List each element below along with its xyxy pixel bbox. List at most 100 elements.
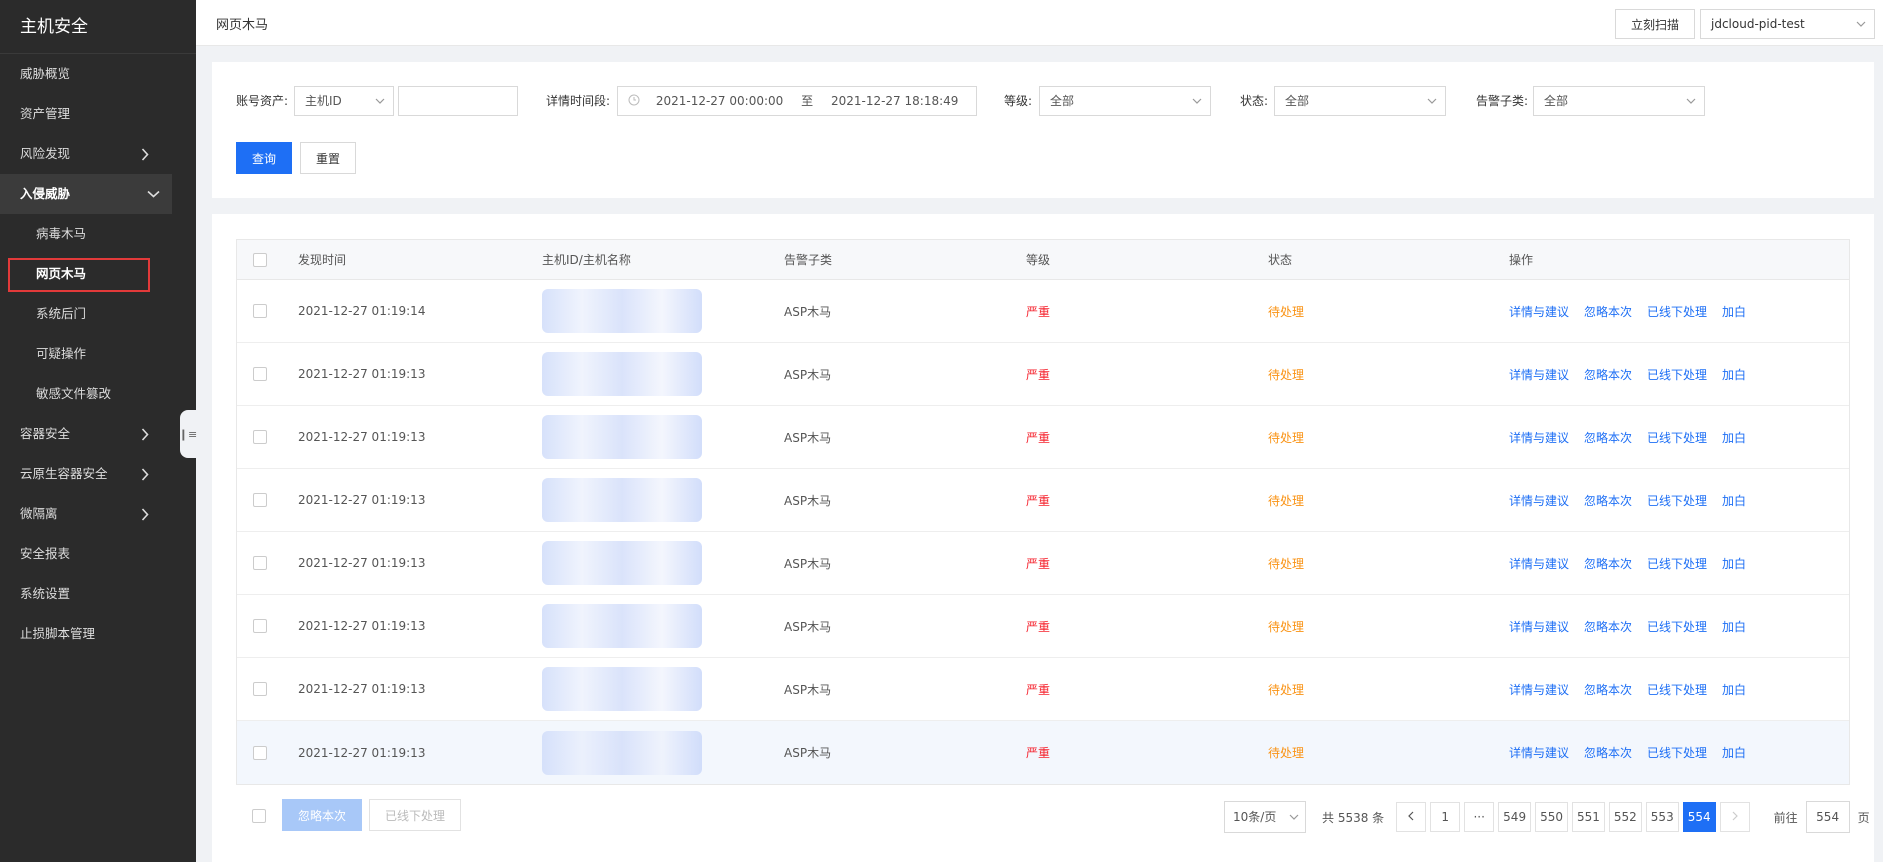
page-button[interactable]: 549 <box>1498 802 1532 832</box>
details-link[interactable]: 详情与建议 <box>1509 429 1569 446</box>
jump-page-input[interactable]: 554 <box>1805 801 1850 833</box>
page-button[interactable]: 1 <box>1430 802 1461 832</box>
cell-status: 待处理 <box>1268 721 1304 784</box>
sidebar-item-backdoor[interactable]: 系统后门 <box>0 294 196 334</box>
reset-button[interactable]: 重置 <box>300 142 356 174</box>
status-badge: 待处理 <box>1268 746 1305 760</box>
sidebar-item-container-security[interactable]: 容器安全 <box>0 414 196 454</box>
sidebar-item-threat-overview[interactable]: 威胁概览 <box>0 54 196 94</box>
row-checkbox[interactable] <box>253 430 267 444</box>
whitelist-link[interactable]: 加白 <box>1722 618 1746 635</box>
sidebar-item-file-tamper[interactable]: 敏感文件篡改 <box>0 374 196 414</box>
sidebar-item-system-settings[interactable]: 系统设置 <box>0 574 196 614</box>
row-checkbox[interactable] <box>253 556 267 570</box>
whitelist-link[interactable]: 加白 <box>1722 429 1746 446</box>
sidebar-item-intrusion-threat[interactable]: 入侵威胁 <box>0 174 172 214</box>
offline-handled-link[interactable]: 已线下处理 <box>1647 744 1707 761</box>
footer-select-all-checkbox[interactable] <box>252 809 266 823</box>
scan-now-button[interactable]: 立刻扫描 <box>1615 9 1695 39</box>
cell-host <box>542 532 702 594</box>
details-link[interactable]: 详情与建议 <box>1509 618 1569 635</box>
ignore-link[interactable]: 忽略本次 <box>1584 492 1632 509</box>
offline-handled-link[interactable]: 已线下处理 <box>1647 681 1707 698</box>
page-size-select[interactable]: 10条/页 <box>1224 801 1306 833</box>
row-checkbox[interactable] <box>253 304 267 318</box>
ignore-link[interactable]: 忽略本次 <box>1584 429 1632 446</box>
ignore-link[interactable]: 忽略本次 <box>1584 555 1632 572</box>
offline-handled-link[interactable]: 已线下处理 <box>1647 492 1707 509</box>
offline-handled-link[interactable]: 已线下处理 <box>1647 303 1707 320</box>
level-select-value: 全部 <box>1050 94 1075 108</box>
row-checkbox[interactable] <box>253 367 267 381</box>
sidebar-item-label: 威胁概览 <box>20 66 71 81</box>
whitelist-link[interactable]: 加白 <box>1722 744 1746 761</box>
cell-actions: 详情与建议 忽略本次 已线下处理 加白 <box>1509 406 1761 468</box>
sidebar-collapse-toggle[interactable]: ❙≡ <box>179 410 197 458</box>
ignore-link[interactable]: 忽略本次 <box>1584 744 1632 761</box>
prev-page-button[interactable] <box>1396 802 1427 832</box>
page-ellipsis[interactable]: ··· <box>1464 802 1495 832</box>
details-link[interactable]: 详情与建议 <box>1509 744 1569 761</box>
offline-handled-link[interactable]: 已线下处理 <box>1647 366 1707 383</box>
whitelist-link[interactable]: 加白 <box>1722 492 1746 509</box>
sidebar-item-risk-discovery[interactable]: 风险发现 <box>0 134 196 174</box>
offline-handled-link[interactable]: 已线下处理 <box>1647 429 1707 446</box>
ignore-link[interactable]: 忽略本次 <box>1584 681 1632 698</box>
batch-offline-button[interactable]: 已线下处理 <box>369 799 461 831</box>
col-header-actions: 操作 <box>1509 253 1534 267</box>
whitelist-link[interactable]: 加白 <box>1722 303 1746 320</box>
sidebar-item-virus-trojan[interactable]: 病毒木马 <box>0 214 196 254</box>
details-link[interactable]: 详情与建议 <box>1509 681 1569 698</box>
subtype-select[interactable]: 全部 <box>1533 86 1705 116</box>
ignore-link[interactable]: 忽略本次 <box>1584 366 1632 383</box>
ignore-link[interactable]: 忽略本次 <box>1584 618 1632 635</box>
page-button[interactable]: 552 <box>1608 802 1642 832</box>
pagination: 10条/页 共 5538 条 1 ··· 549 550 551 552 553 554 前往… <box>1224 801 1870 833</box>
table-row: 2021-12-27 01:19:13 ASP木马 严重 待处理 详情与建议 忽略本次 已线… <box>237 721 1849 784</box>
row-checkbox[interactable] <box>253 493 267 507</box>
cell-actions: 详情与建议 忽略本次 已线下处理 加白 <box>1509 658 1761 720</box>
page-button[interactable]: 551 <box>1571 802 1605 832</box>
region-select[interactable]: jdcloud-pid-test <box>1700 9 1875 39</box>
details-link[interactable]: 详情与建议 <box>1509 366 1569 383</box>
status-select[interactable]: 全部 <box>1274 86 1446 116</box>
offline-handled-link[interactable]: 已线下处理 <box>1647 555 1707 572</box>
subtype-label: 告警子类: <box>1476 94 1529 108</box>
page-button[interactable]: 553 <box>1645 802 1679 832</box>
sidebar-item-script-management[interactable]: 止损脚本管理 <box>0 614 196 654</box>
asset-value-input[interactable] <box>398 86 518 116</box>
sidebar-item-label: 系统后门 <box>36 306 87 321</box>
page-numbers: 1 ··· 549 550 551 552 553 554 <box>1430 802 1719 832</box>
whitelist-link[interactable]: 加白 <box>1722 555 1746 572</box>
sidebar-item-security-report[interactable]: 安全报表 <box>0 534 196 574</box>
chevron-left-icon <box>1408 810 1414 824</box>
details-link[interactable]: 详情与建议 <box>1509 303 1569 320</box>
sidebar-item-suspicious-ops[interactable]: 可疑操作 <box>0 334 196 374</box>
whitelist-link[interactable]: 加白 <box>1722 681 1746 698</box>
table-row: 2021-12-27 01:19:13 ASP木马 严重 待处理 详情与建议 忽略本次 已线… <box>237 532 1849 595</box>
details-link[interactable]: 详情与建议 <box>1509 492 1569 509</box>
page-jump: 前往 554 页 <box>1774 801 1870 833</box>
redacted-host-info <box>542 415 702 459</box>
batch-ignore-button[interactable]: 忽略本次 <box>282 799 362 831</box>
sidebar-item-asset-management[interactable]: 资产管理 <box>0 94 196 134</box>
page-button[interactable]: 550 <box>1535 802 1568 832</box>
sidebar-item-cloud-native[interactable]: 云原生容器安全 <box>0 454 196 494</box>
whitelist-link[interactable]: 加白 <box>1722 366 1746 383</box>
page-button[interactable]: 554 <box>1682 802 1716 832</box>
sidebar-item-micro-isolation[interactable]: 微隔离 <box>0 494 196 534</box>
next-page-button[interactable] <box>1719 802 1750 832</box>
row-checkbox[interactable] <box>253 619 267 633</box>
chevron-down-icon <box>1289 802 1299 832</box>
query-button[interactable]: 查询 <box>236 142 292 174</box>
details-link[interactable]: 详情与建议 <box>1509 555 1569 572</box>
time-range-picker[interactable]: 2021-12-27 00:00:00 至 2021-12-27 18:18:4… <box>617 86 977 116</box>
row-checkbox[interactable] <box>253 682 267 696</box>
ignore-link[interactable]: 忽略本次 <box>1584 303 1632 320</box>
select-all-checkbox[interactable] <box>253 252 267 267</box>
offline-handled-link[interactable]: 已线下处理 <box>1647 618 1707 635</box>
row-checkbox[interactable] <box>253 745 267 760</box>
level-select[interactable]: 全部 <box>1039 86 1211 116</box>
asset-type-select[interactable]: 主机ID <box>294 86 394 116</box>
chevron-down-icon <box>1427 87 1437 115</box>
